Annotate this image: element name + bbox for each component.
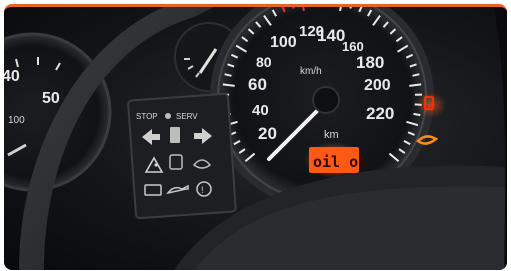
amber-warning-icon (416, 135, 439, 145)
speed-label-180: 180 (356, 53, 384, 72)
dashboard-photo: 40 50 100 20 40 60 80 100 120 1 (4, 4, 507, 270)
speed-label-20: 20 (258, 124, 277, 143)
warning-light-panel: STOP SERV ! (127, 92, 237, 220)
left-gauge-label-40: 40 (4, 68, 20, 85)
speed-label-100: 100 (270, 34, 297, 51)
speed-unit: km/h (300, 66, 322, 77)
fuel-pump-icon (170, 127, 180, 143)
speed-label-160: 160 (342, 39, 364, 54)
speed-label-220: 220 (366, 104, 394, 123)
left-gauge-label-50: 50 (42, 90, 60, 107)
speed-label-40: 40 (252, 102, 269, 119)
left-gauge-label-100: 100 (8, 115, 25, 126)
oil-display-text: oil ok (313, 153, 367, 171)
svg-text:!: ! (201, 185, 204, 195)
needle-hub (312, 86, 340, 114)
serv-label: SERV (176, 112, 198, 121)
speed-label-200: 200 (364, 77, 391, 94)
speed-label-60: 60 (248, 75, 267, 94)
odometer-unit: km (324, 129, 339, 141)
stop-label: STOP (136, 112, 158, 121)
instrument-cluster: 40 50 100 20 40 60 80 100 120 1 (4, 7, 507, 270)
speed-label-80: 80 (256, 54, 272, 70)
stop-lamp (165, 113, 171, 119)
